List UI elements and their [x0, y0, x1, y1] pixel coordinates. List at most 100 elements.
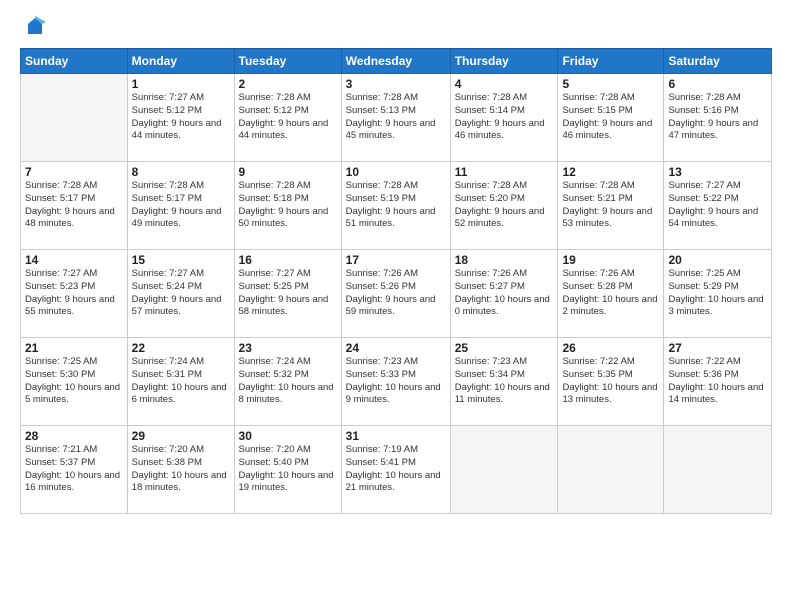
day-detail: Sunrise: 7:28 AM Sunset: 5:13 PM Dayligh…	[346, 92, 446, 143]
day-detail: Sunrise: 7:28 AM Sunset: 5:17 PM Dayligh…	[25, 180, 123, 231]
calendar-cell: 24Sunrise: 7:23 AM Sunset: 5:33 PM Dayli…	[341, 338, 450, 426]
calendar-cell: 26Sunrise: 7:22 AM Sunset: 5:35 PM Dayli…	[558, 338, 664, 426]
calendar-cell: 31Sunrise: 7:19 AM Sunset: 5:41 PM Dayli…	[341, 426, 450, 514]
calendar-cell: 11Sunrise: 7:28 AM Sunset: 5:20 PM Dayli…	[450, 162, 558, 250]
day-detail: Sunrise: 7:25 AM Sunset: 5:29 PM Dayligh…	[668, 268, 767, 319]
calendar-cell: 14Sunrise: 7:27 AM Sunset: 5:23 PM Dayli…	[21, 250, 128, 338]
calendar-cell: 4Sunrise: 7:28 AM Sunset: 5:14 PM Daylig…	[450, 74, 558, 162]
day-number: 19	[562, 253, 659, 267]
header	[20, 16, 772, 38]
day-number: 20	[668, 253, 767, 267]
day-number: 14	[25, 253, 123, 267]
calendar-cell: 25Sunrise: 7:23 AM Sunset: 5:34 PM Dayli…	[450, 338, 558, 426]
day-detail: Sunrise: 7:28 AM Sunset: 5:15 PM Dayligh…	[562, 92, 659, 143]
day-detail: Sunrise: 7:27 AM Sunset: 5:12 PM Dayligh…	[132, 92, 230, 143]
day-number: 23	[239, 341, 337, 355]
day-number: 18	[455, 253, 554, 267]
weekday-header-thursday: Thursday	[450, 49, 558, 74]
calendar-cell: 3Sunrise: 7:28 AM Sunset: 5:13 PM Daylig…	[341, 74, 450, 162]
day-number: 24	[346, 341, 446, 355]
week-row-2: 7Sunrise: 7:28 AM Sunset: 5:17 PM Daylig…	[21, 162, 772, 250]
day-number: 7	[25, 165, 123, 179]
day-number: 26	[562, 341, 659, 355]
calendar-cell: 17Sunrise: 7:26 AM Sunset: 5:26 PM Dayli…	[341, 250, 450, 338]
day-detail: Sunrise: 7:27 AM Sunset: 5:23 PM Dayligh…	[25, 268, 123, 319]
day-number: 29	[132, 429, 230, 443]
day-number: 16	[239, 253, 337, 267]
calendar-cell: 18Sunrise: 7:26 AM Sunset: 5:27 PM Dayli…	[450, 250, 558, 338]
day-number: 5	[562, 77, 659, 91]
calendar-cell: 12Sunrise: 7:28 AM Sunset: 5:21 PM Dayli…	[558, 162, 664, 250]
calendar-cell: 9Sunrise: 7:28 AM Sunset: 5:18 PM Daylig…	[234, 162, 341, 250]
day-detail: Sunrise: 7:28 AM Sunset: 5:21 PM Dayligh…	[562, 180, 659, 231]
week-row-1: 1Sunrise: 7:27 AM Sunset: 5:12 PM Daylig…	[21, 74, 772, 162]
day-detail: Sunrise: 7:28 AM Sunset: 5:20 PM Dayligh…	[455, 180, 554, 231]
day-number: 21	[25, 341, 123, 355]
day-number: 15	[132, 253, 230, 267]
calendar-table: SundayMondayTuesdayWednesdayThursdayFrid…	[20, 48, 772, 514]
day-detail: Sunrise: 7:27 AM Sunset: 5:24 PM Dayligh…	[132, 268, 230, 319]
calendar-cell	[664, 426, 772, 514]
calendar-cell: 20Sunrise: 7:25 AM Sunset: 5:29 PM Dayli…	[664, 250, 772, 338]
calendar-cell: 5Sunrise: 7:28 AM Sunset: 5:15 PM Daylig…	[558, 74, 664, 162]
week-row-5: 28Sunrise: 7:21 AM Sunset: 5:37 PM Dayli…	[21, 426, 772, 514]
day-detail: Sunrise: 7:28 AM Sunset: 5:12 PM Dayligh…	[239, 92, 337, 143]
day-number: 8	[132, 165, 230, 179]
day-detail: Sunrise: 7:20 AM Sunset: 5:38 PM Dayligh…	[132, 444, 230, 495]
day-detail: Sunrise: 7:22 AM Sunset: 5:36 PM Dayligh…	[668, 356, 767, 407]
day-number: 1	[132, 77, 230, 91]
calendar-cell: 30Sunrise: 7:20 AM Sunset: 5:40 PM Dayli…	[234, 426, 341, 514]
calendar-cell: 8Sunrise: 7:28 AM Sunset: 5:17 PM Daylig…	[127, 162, 234, 250]
day-number: 27	[668, 341, 767, 355]
day-detail: Sunrise: 7:28 AM Sunset: 5:17 PM Dayligh…	[132, 180, 230, 231]
weekday-header-row: SundayMondayTuesdayWednesdayThursdayFrid…	[21, 49, 772, 74]
day-detail: Sunrise: 7:28 AM Sunset: 5:16 PM Dayligh…	[668, 92, 767, 143]
calendar-cell: 29Sunrise: 7:20 AM Sunset: 5:38 PM Dayli…	[127, 426, 234, 514]
day-detail: Sunrise: 7:20 AM Sunset: 5:40 PM Dayligh…	[239, 444, 337, 495]
week-row-3: 14Sunrise: 7:27 AM Sunset: 5:23 PM Dayli…	[21, 250, 772, 338]
day-detail: Sunrise: 7:26 AM Sunset: 5:28 PM Dayligh…	[562, 268, 659, 319]
day-number: 4	[455, 77, 554, 91]
day-number: 9	[239, 165, 337, 179]
day-number: 31	[346, 429, 446, 443]
calendar-cell	[558, 426, 664, 514]
day-detail: Sunrise: 7:23 AM Sunset: 5:33 PM Dayligh…	[346, 356, 446, 407]
calendar-cell: 2Sunrise: 7:28 AM Sunset: 5:12 PM Daylig…	[234, 74, 341, 162]
day-number: 6	[668, 77, 767, 91]
logo	[20, 16, 46, 38]
weekday-header-tuesday: Tuesday	[234, 49, 341, 74]
weekday-header-friday: Friday	[558, 49, 664, 74]
weekday-header-monday: Monday	[127, 49, 234, 74]
day-detail: Sunrise: 7:28 AM Sunset: 5:19 PM Dayligh…	[346, 180, 446, 231]
calendar-cell	[21, 74, 128, 162]
calendar-cell: 19Sunrise: 7:26 AM Sunset: 5:28 PM Dayli…	[558, 250, 664, 338]
day-detail: Sunrise: 7:27 AM Sunset: 5:22 PM Dayligh…	[668, 180, 767, 231]
weekday-header-saturday: Saturday	[664, 49, 772, 74]
day-detail: Sunrise: 7:25 AM Sunset: 5:30 PM Dayligh…	[25, 356, 123, 407]
calendar-cell: 23Sunrise: 7:24 AM Sunset: 5:32 PM Dayli…	[234, 338, 341, 426]
day-number: 13	[668, 165, 767, 179]
day-number: 28	[25, 429, 123, 443]
day-number: 3	[346, 77, 446, 91]
day-detail: Sunrise: 7:26 AM Sunset: 5:27 PM Dayligh…	[455, 268, 554, 319]
day-number: 30	[239, 429, 337, 443]
calendar-cell: 6Sunrise: 7:28 AM Sunset: 5:16 PM Daylig…	[664, 74, 772, 162]
weekday-header-sunday: Sunday	[21, 49, 128, 74]
calendar-cell: 10Sunrise: 7:28 AM Sunset: 5:19 PM Dayli…	[341, 162, 450, 250]
calendar-cell: 27Sunrise: 7:22 AM Sunset: 5:36 PM Dayli…	[664, 338, 772, 426]
calendar-cell: 15Sunrise: 7:27 AM Sunset: 5:24 PM Dayli…	[127, 250, 234, 338]
calendar-cell: 7Sunrise: 7:28 AM Sunset: 5:17 PM Daylig…	[21, 162, 128, 250]
day-detail: Sunrise: 7:28 AM Sunset: 5:18 PM Dayligh…	[239, 180, 337, 231]
week-row-4: 21Sunrise: 7:25 AM Sunset: 5:30 PM Dayli…	[21, 338, 772, 426]
calendar-cell: 13Sunrise: 7:27 AM Sunset: 5:22 PM Dayli…	[664, 162, 772, 250]
calendar-cell: 16Sunrise: 7:27 AM Sunset: 5:25 PM Dayli…	[234, 250, 341, 338]
day-detail: Sunrise: 7:21 AM Sunset: 5:37 PM Dayligh…	[25, 444, 123, 495]
calendar-cell	[450, 426, 558, 514]
day-number: 12	[562, 165, 659, 179]
day-number: 10	[346, 165, 446, 179]
calendar-cell: 22Sunrise: 7:24 AM Sunset: 5:31 PM Dayli…	[127, 338, 234, 426]
day-detail: Sunrise: 7:22 AM Sunset: 5:35 PM Dayligh…	[562, 356, 659, 407]
day-number: 11	[455, 165, 554, 179]
calendar-cell: 21Sunrise: 7:25 AM Sunset: 5:30 PM Dayli…	[21, 338, 128, 426]
day-detail: Sunrise: 7:27 AM Sunset: 5:25 PM Dayligh…	[239, 268, 337, 319]
